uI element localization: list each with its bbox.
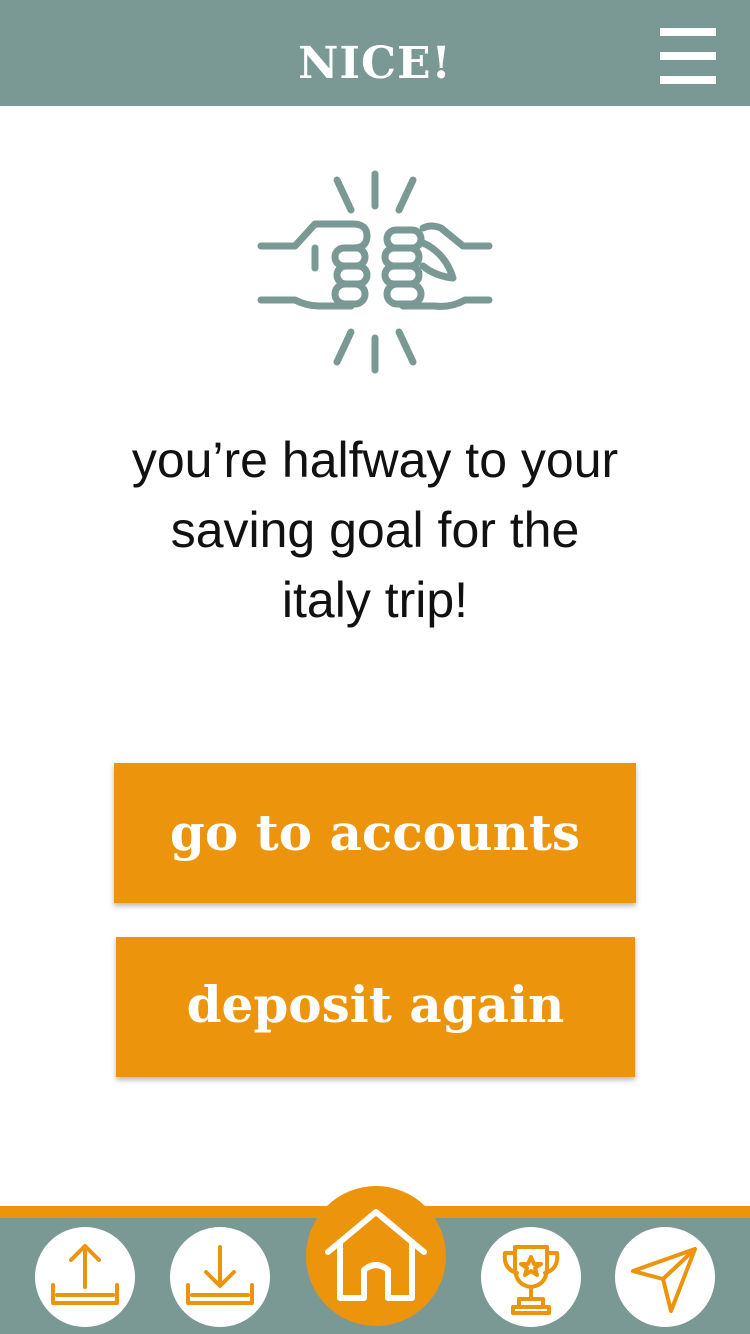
tab-download[interactable] — [170, 1227, 270, 1327]
message-line: saving goal for the — [170, 502, 580, 558]
message-line: italy trip! — [281, 572, 469, 628]
send-icon — [631, 1247, 697, 1313]
tab-send[interactable] — [615, 1227, 715, 1327]
menu-button[interactable] — [660, 28, 716, 84]
page-title: NICE! — [298, 38, 452, 89]
download-icon — [186, 1245, 254, 1305]
tab-upload[interactable] — [35, 1227, 135, 1327]
home-icon — [325, 1209, 427, 1301]
trophy-icon — [502, 1245, 560, 1315]
progress-message: you’re halfway to your saving goal for t… — [40, 425, 710, 635]
upload-icon — [51, 1244, 119, 1305]
deposit-again-button[interactable]: deposit again — [116, 937, 635, 1077]
message-line: you’re halfway to your — [131, 432, 619, 488]
app-header: NICE! — [0, 0, 750, 106]
fist-bump-icon — [255, 168, 495, 376]
go-to-accounts-button[interactable]: go to accounts — [114, 763, 636, 903]
tab-home[interactable] — [306, 1186, 446, 1326]
tab-goals[interactable] — [481, 1227, 581, 1327]
